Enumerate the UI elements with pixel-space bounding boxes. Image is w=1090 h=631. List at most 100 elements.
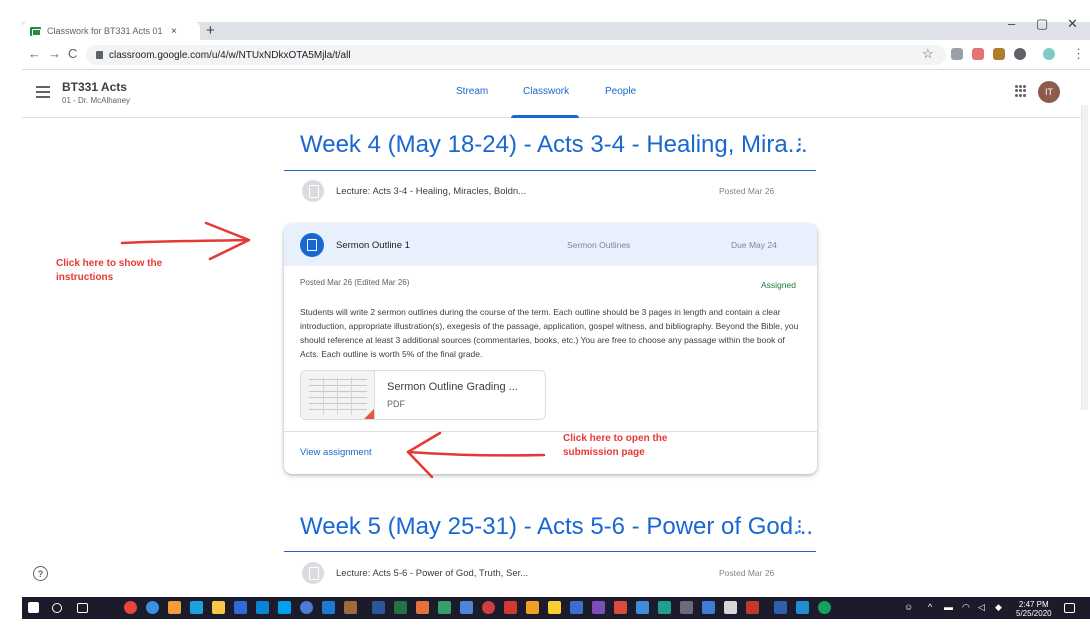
- tab-stream[interactable]: Stream: [456, 86, 488, 97]
- new-tab-icon[interactable]: +: [206, 23, 215, 38]
- bookmark-star-icon[interactable]: ☆: [922, 46, 934, 62]
- material-icon: [302, 180, 324, 202]
- topic-divider: [284, 551, 816, 552]
- view-assignment-link[interactable]: View assignment: [300, 447, 372, 458]
- assignment-card-header[interactable]: Sermon Outline 1 Sermon Outlines Due May…: [284, 224, 817, 266]
- assignment-icon: [300, 233, 324, 257]
- search-icon[interactable]: [52, 603, 62, 613]
- browser-menu-icon[interactable]: ⋮: [1072, 46, 1085, 62]
- extension-icon[interactable]: [993, 48, 1005, 60]
- taskbar-app-icon[interactable]: [636, 601, 649, 614]
- start-icon[interactable]: [28, 602, 39, 613]
- material-row[interactable]: Lecture: Acts 5-6 - Power of God, Truth,…: [284, 556, 816, 590]
- taskbar-app-icon[interactable]: [124, 601, 137, 614]
- help-icon[interactable]: ?: [33, 566, 48, 581]
- topic-title-week-5[interactable]: Week 5 (May 25-31) - Acts 5-6 - Power of…: [300, 513, 813, 541]
- back-icon[interactable]: ←: [28, 46, 41, 61]
- taskbar-app-icon[interactable]: [146, 601, 159, 614]
- class-section: 01 - Dr. McAlhaney: [62, 96, 131, 105]
- taskbar-app-icon[interactable]: [774, 601, 787, 614]
- taskbar-app-icon[interactable]: [190, 601, 203, 614]
- tab-close-icon[interactable]: ×: [171, 26, 177, 37]
- taskbar-app-icon[interactable]: [614, 601, 627, 614]
- tab-classwork[interactable]: Classwork: [523, 86, 569, 97]
- taskbar-app-icon[interactable]: [818, 601, 831, 614]
- taskbar-app-icon[interactable]: [322, 601, 335, 614]
- material-row[interactable]: Lecture: Acts 3-4 - Healing, Miracles, B…: [284, 174, 816, 208]
- taskbar-app-icon[interactable]: [482, 601, 495, 614]
- tab-people[interactable]: People: [605, 86, 636, 97]
- taskbar-app-icon[interactable]: [278, 601, 291, 614]
- network-icon[interactable]: ▬: [944, 602, 953, 612]
- taskbar-clock[interactable]: 2:47 PM 5/25/2020: [1016, 600, 1052, 618]
- taskbar-app-icon[interactable]: [796, 601, 809, 614]
- annotation-left-note: Click here to show the instructions: [56, 258, 163, 283]
- attachment-title[interactable]: Sermon Outline Grading ...: [387, 381, 518, 393]
- taskbar-app-icon[interactable]: [234, 601, 247, 614]
- address-bar[interactable]: classroom.google.com/u/4/w/NTUxNDkxOTA5M…: [86, 45, 946, 65]
- taskbar-app-icon[interactable]: [526, 601, 539, 614]
- taskbar-app-icon[interactable]: [658, 601, 671, 614]
- browser-tab[interactable]: Classwork for BT331 Acts 01 - Dr. ×: [22, 22, 200, 40]
- taskbar-app-icon[interactable]: [416, 601, 429, 614]
- taskbar-app-icon[interactable]: [212, 601, 225, 614]
- main-menu-icon[interactable]: [36, 86, 50, 101]
- extension-icon[interactable]: [972, 48, 984, 60]
- lock-icon: [96, 51, 103, 59]
- taskbar-app-icon[interactable]: [724, 601, 737, 614]
- taskbar-app-icon[interactable]: [746, 601, 759, 614]
- extension-icon[interactable]: [1014, 48, 1026, 60]
- attachment-card[interactable]: Sermon Outline Grading ... PDF: [300, 370, 546, 420]
- taskbar-app-icon[interactable]: [702, 601, 715, 614]
- profile-icon[interactable]: [1043, 48, 1055, 60]
- taskbar-app-icon[interactable]: [372, 601, 385, 614]
- material-title[interactable]: Lecture: Acts 5-6 - Power of God, Truth,…: [336, 568, 528, 579]
- dropbox-icon[interactable]: ◆: [995, 602, 1002, 613]
- classroom-favicon-icon: [30, 26, 41, 36]
- topic-title-week-4[interactable]: Week 4 (May 18-24) - Acts 3-4 - Healing,…: [300, 131, 808, 159]
- taskbar-app-icon[interactable]: [570, 601, 583, 614]
- people-icon[interactable]: ☺: [904, 602, 913, 612]
- google-apps-icon[interactable]: [1015, 85, 1027, 97]
- volume-icon[interactable]: ◁: [978, 602, 985, 613]
- topic-more-icon[interactable]: ⋮: [792, 517, 807, 535]
- tray-chevron-icon[interactable]: ^: [928, 602, 932, 612]
- class-title[interactable]: BT331 Acts: [62, 80, 127, 94]
- minimize-icon[interactable]: –: [1008, 16, 1015, 31]
- taskbar-app-icon[interactable]: [344, 601, 357, 614]
- screen: Classwork for BT331 Acts 01 - Dr. × + – …: [0, 0, 1090, 631]
- taskbar-app-icon[interactable]: [168, 601, 181, 614]
- window-close-icon[interactable]: ✕: [1067, 16, 1078, 32]
- avatar[interactable]: IT: [1038, 81, 1060, 103]
- url-text[interactable]: classroom.google.com/u/4/w/NTUxNDkxOTA5M…: [109, 50, 351, 61]
- annotation-right-note: Click here to open the submission page: [563, 433, 668, 458]
- taskbar-app-icon[interactable]: [504, 601, 517, 614]
- task-view-icon[interactable]: [77, 603, 88, 613]
- taskbar-app-icon[interactable]: [256, 601, 269, 614]
- reload-icon[interactable]: C: [68, 46, 77, 61]
- assignment-instructions: Students will write 2 sermon outlines du…: [300, 307, 799, 359]
- forward-icon[interactable]: →: [48, 46, 61, 61]
- active-tab-indicator: [511, 115, 579, 118]
- material-title[interactable]: Lecture: Acts 3-4 - Healing, Miracles, B…: [336, 186, 526, 197]
- maximize-icon[interactable]: ▢: [1036, 16, 1048, 32]
- taskbar-app-icon[interactable]: [394, 601, 407, 614]
- wifi-icon[interactable]: ◠: [962, 602, 970, 613]
- taskbar-app-icon[interactable]: [300, 601, 313, 614]
- windows-taskbar: ☺ ^ ▬ ◠ ◁ ◆ 2:47 PM 5/25/2020: [22, 597, 1090, 619]
- notifications-icon[interactable]: [1064, 603, 1075, 613]
- card-divider: [284, 431, 817, 432]
- taskbar-app-icon[interactable]: [592, 601, 605, 614]
- extension-icon[interactable]: [951, 48, 963, 60]
- assignment-card: Sermon Outline 1 Sermon Outlines Due May…: [284, 224, 817, 474]
- assignment-title[interactable]: Sermon Outline 1: [336, 240, 410, 251]
- taskbar-app-icon[interactable]: [548, 601, 561, 614]
- taskbar-date: 5/25/2020: [1016, 609, 1052, 618]
- status-badge: Assigned: [761, 280, 796, 290]
- scrollbar[interactable]: [1081, 105, 1088, 410]
- topic-more-icon[interactable]: ⋮: [792, 135, 807, 153]
- taskbar-app-icon[interactable]: [438, 601, 451, 614]
- topic-divider: [284, 170, 816, 171]
- taskbar-app-icon[interactable]: [680, 601, 693, 614]
- taskbar-app-icon[interactable]: [460, 601, 473, 614]
